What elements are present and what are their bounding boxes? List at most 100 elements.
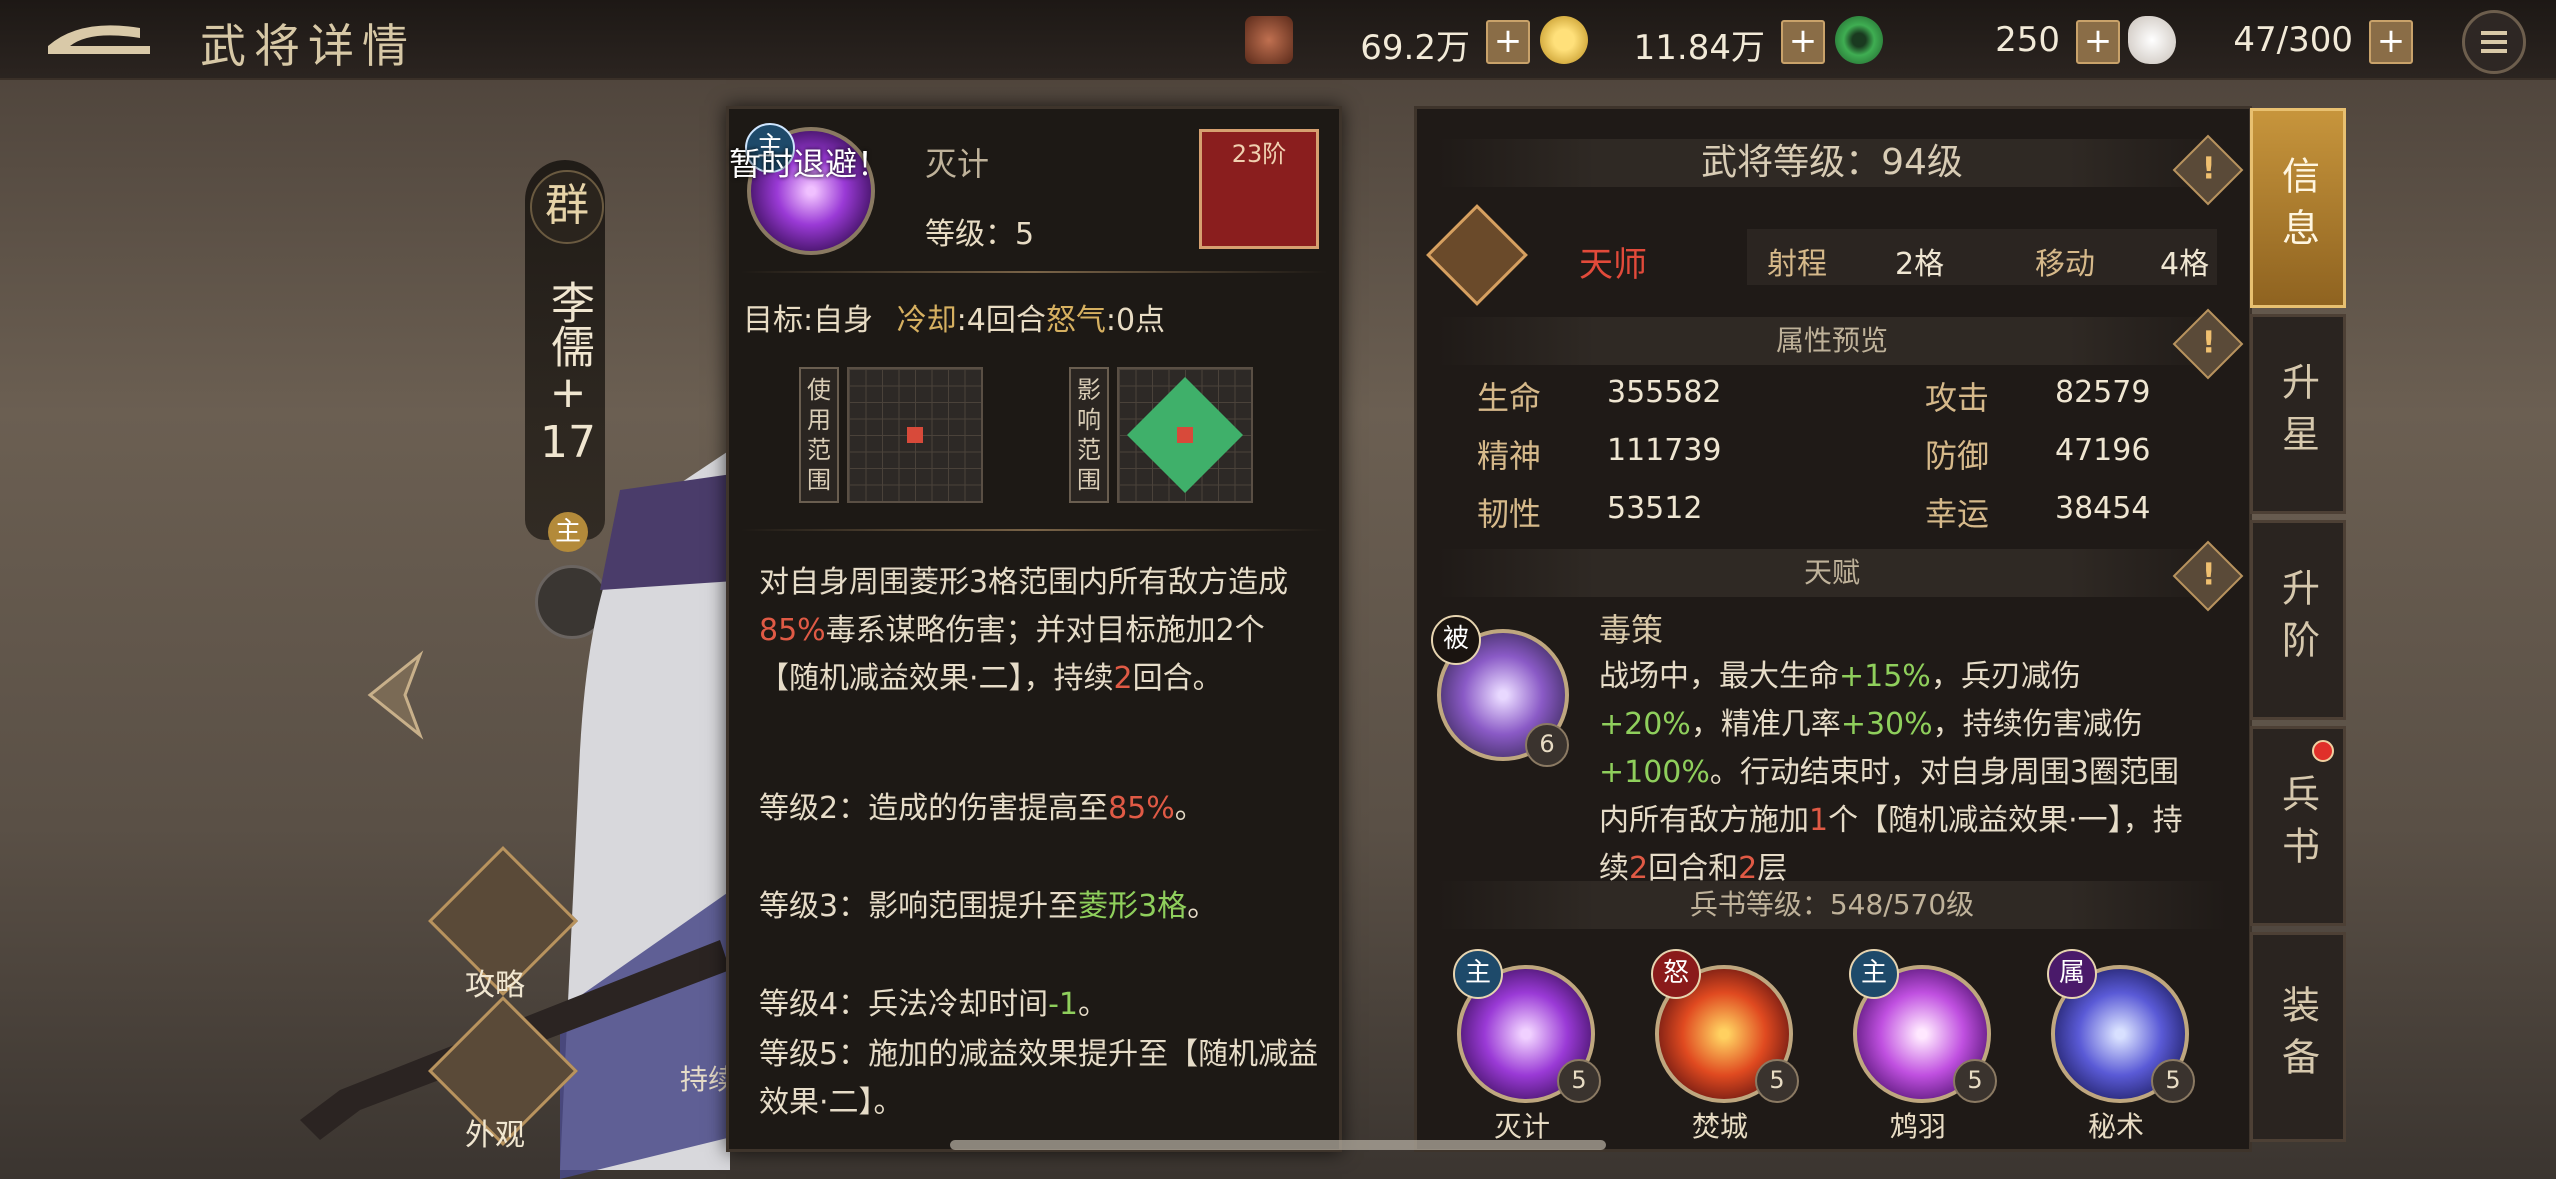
desc-turns: 2 [1113,661,1133,696]
talent-value: +100% [1599,755,1710,790]
general-level: 武将等级：94级 [1437,139,2227,187]
use-range-grid [847,367,983,503]
tab-info[interactable]: 信息 [2250,108,2346,308]
jade-value: 250 [1995,20,2060,60]
tier-item-icon[interactable]: 23阶 [1199,129,1319,249]
add-stamina-button[interactable]: + [2369,20,2413,64]
skill-mishu-badge: 属 [2047,949,2097,999]
stat-luck-label: 幸运 [1925,495,1990,533]
cooldown-label: 冷却 [896,303,957,338]
talent-text: ，兵刃减伤 [1930,659,2081,694]
desc-part: 对自身周围菱形3格范围内所有敌方造成 [759,565,1289,600]
level-2-tail: 。 [1174,791,1205,826]
level-2-value: 85% [1108,791,1175,826]
skill-zhenyu-name: 鸩羽 [1889,1110,1946,1143]
rage-label: 怒气 [1045,303,1106,338]
range-label: 射程 [1767,247,1827,282]
stat-luck-value: 38454 [2055,491,2151,526]
stat-atk-value: 82579 [2055,375,2151,410]
appearance-label: 外观 [465,1118,525,1153]
resource-jade: 250 + [1835,16,2120,64]
stat-def-label: 防御 [1925,437,1990,475]
add-gold-button[interactable]: + [1781,20,1825,64]
stamina-value: 47/300 [2233,20,2353,60]
skill-name: 灭计 [925,145,990,183]
move-value: 4格 [2160,247,2210,282]
hero-name-block: 李儒 + 17 [540,280,596,468]
hero-plus-sign: + [549,367,587,418]
page-title: 武将详情 [200,19,416,73]
list-icon [2481,31,2507,53]
talent-text: ，持续伤害减伤 [1932,707,2143,742]
rage-value: 0点 [1115,303,1166,338]
talent-text: 战场中，最大生命 [1599,659,1839,694]
strategy-label: 攻略 [465,968,525,1003]
stat-toughness-label: 韧性 [1477,495,1542,533]
notice-text: 暂时退避！ [729,145,890,183]
copper-value: 69.2万 [1360,28,1470,68]
skill-fencheng-badge: 怒 [1651,949,1701,999]
class-icon [1426,204,1528,306]
add-copper-button[interactable]: + [1486,20,1530,64]
skill-mieji-name: 灭计 [1493,1110,1550,1143]
target-label: 目标 [743,303,803,338]
talent-value: 1 [1809,803,1829,838]
tier-label: 23阶 [1231,140,1287,168]
desc-part: 回合。 [1132,661,1223,696]
talent-text: ，精准几率 [1690,707,1841,742]
talent-value: +20% [1599,707,1691,742]
gold-coin-icon [1540,16,1588,64]
affect-range-label: 影响范围 [1069,367,1109,503]
level-4-value: -1 [1048,987,1079,1022]
resource-copper: 69.2万 + [1245,16,1530,68]
jade-icon [1835,16,1883,64]
cooldown-value: 4回合 [966,303,1046,338]
affect-range-grid [1117,367,1253,503]
skill-mishu-name: 秘术 [2087,1110,2144,1143]
target-line: 目标:自身 冷却:4回合怒气:0点 [743,303,1166,338]
skill-fencheng-level: 5 [1755,1059,1799,1103]
hero-name: 李儒 [543,280,594,368]
general-info-panel: 武将等级：94级 ! 天师 射程 2格 移动 4格 属性预览 ! 生命 3555… [1414,106,2252,1152]
tab-star-up[interactable]: 升星 [2250,314,2346,514]
use-range-center-cell [907,427,923,443]
skill-detail-popup: 主 暂时退避！ 灭计 等级：5 23阶 目标:自身 冷却:4回合怒气:0点 使用… [726,106,1342,1152]
notification-dot [2312,740,2334,762]
stat-spirit-label: 精神 [1477,437,1542,475]
gold-value: 11.84万 [1633,28,1765,68]
level-2-desc: 等级2：造成的伤害提高至85%。 [759,785,1319,833]
move-label: 移动 [2035,247,2095,282]
tab-rank-up[interactable]: 升阶 [2250,520,2346,720]
add-jade-button[interactable]: + [2076,20,2120,64]
menu-button[interactable] [2462,10,2526,74]
copper-coins-icon [1245,16,1293,64]
talent-level: 6 [1525,723,1569,767]
level-5-label: 等级5：施加的减益效果提升至【随机减益效果·二】。 [759,1037,1319,1120]
use-range-label: 使用范围 [799,367,839,503]
level-3-desc: 等级3：影响范围提升至菱形3格。 [759,883,1319,931]
level-3-value: 菱形3格 [1078,889,1188,924]
target-value: 自身 [813,303,874,338]
level-4-desc: 等级4：兵法冷却时间-1。 [759,981,1319,1029]
skill-description: 对自身周围菱形3格范围内所有敌方造成85%毒系谋略伤害；并对目标施加2个【随机减… [759,559,1319,703]
skill-mieji-level: 5 [1557,1059,1601,1103]
prev-hero-arrow-icon[interactable] [360,650,430,740]
level-3-tail: 。 [1187,889,1218,924]
faction-badge: 群 [530,170,604,244]
stat-toughness-value: 53512 [1607,491,1703,526]
stat-atk-label: 攻击 [1925,379,1990,417]
level-4-tail: 。 [1078,987,1109,1022]
stat-hp-label: 生命 [1477,379,1542,417]
talent-value: +15% [1839,659,1931,694]
level-3-label: 等级3：影响范围提升至 [759,889,1079,924]
home-indicator[interactable] [950,1140,1606,1150]
talent-value: +30% [1840,707,1933,742]
book-level: 兵书等级：548/570级 [1437,881,2227,929]
resource-stamina: 47/300 + [2128,16,2413,64]
skill-mishu-level: 5 [2151,1059,2195,1103]
tab-equipment[interactable]: 装备 [2250,932,2346,1142]
back-arrow-icon[interactable] [40,14,160,64]
level-2-label: 等级2：造成的伤害提高至 [759,791,1109,826]
stat-hp-value: 355582 [1607,375,1722,410]
talent-description: 战场中，最大生命+15%，兵刃减伤 +20%，精准几率+30%，持续伤害减伤 +10… [1599,653,2199,893]
